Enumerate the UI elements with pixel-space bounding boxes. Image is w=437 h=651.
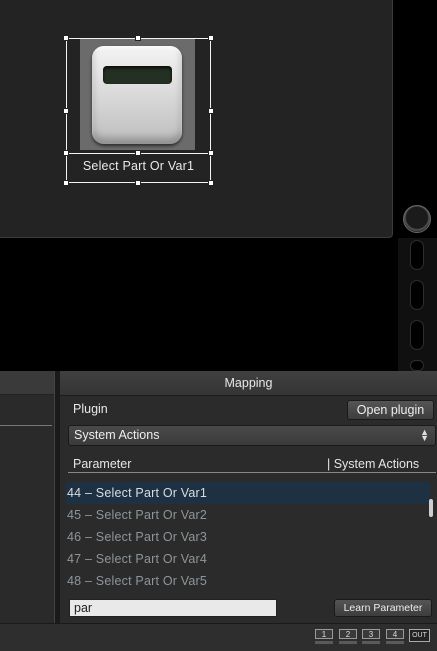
channel-3-meter: [362, 641, 380, 644]
channel-1-button[interactable]: 1: [315, 629, 333, 639]
open-plugin-button[interactable]: Open plugin: [347, 400, 434, 420]
status-bar: 1 2 3 4 OUT: [0, 623, 437, 651]
parameter-column-header: Parameter: [73, 457, 132, 471]
channel-2-meter: [339, 641, 357, 644]
left-panel-header: [0, 371, 54, 395]
left-panel: [0, 371, 55, 623]
rack-slot-icon: [410, 360, 424, 371]
plugin-label: Plugin: [73, 402, 108, 416]
select-arrows-icon: ▲ ▼: [420, 427, 429, 443]
left-panel-divider: [0, 425, 52, 426]
system-actions-column-header: | System Actions: [327, 457, 420, 471]
resize-handle-bottom-left[interactable]: [63, 150, 69, 156]
resize-handle-top-left[interactable]: [63, 35, 69, 41]
parameter-search-input[interactable]: par: [69, 599, 277, 617]
plugin-select-value: System Actions: [74, 428, 160, 442]
rack-slot-icon: [410, 240, 424, 270]
channel-4-button[interactable]: 4: [386, 629, 404, 639]
list-item[interactable]: 48 – Select Part Or Var5: [66, 570, 430, 592]
channel-3-button[interactable]: 3: [362, 629, 380, 639]
learn-parameter-button[interactable]: Learn Parameter: [334, 599, 432, 617]
mapping-title: Mapping: [60, 371, 437, 396]
rack-slot-icon: [410, 320, 424, 350]
resize-handle-right[interactable]: [208, 108, 214, 114]
label-handle-bottom-right[interactable]: [208, 180, 214, 186]
list-item[interactable]: 45 – Select Part Or Var2: [66, 504, 430, 526]
list-item[interactable]: 46 – Select Part Or Var3: [66, 526, 430, 548]
mapping-panel: Mapping Plugin Open plugin System Action…: [60, 371, 437, 623]
channel-2-button[interactable]: 2: [339, 629, 357, 639]
resize-handle-bottom-right[interactable]: [208, 150, 214, 156]
label-handle-bottom-left[interactable]: [63, 180, 69, 186]
list-item[interactable]: 44 – Select Part Or Var1: [66, 482, 430, 504]
channel-4-meter: [386, 641, 404, 644]
channel-1-meter: [315, 641, 333, 644]
resize-handle-top[interactable]: [135, 35, 141, 41]
parameter-list[interactable]: 44 – Select Part Or Var1 45 – Select Par…: [66, 482, 430, 592]
widget-label: Select Part Or Var1: [82, 159, 195, 173]
resize-handle-top-right[interactable]: [208, 35, 214, 41]
column-divider: [68, 472, 436, 473]
widget-selection-box[interactable]: [66, 38, 211, 154]
parameter-list-scrollbar[interactable]: [429, 499, 433, 517]
resize-handle-left[interactable]: [63, 108, 69, 114]
list-item[interactable]: 47 – Select Part Or Var4: [66, 548, 430, 570]
canvas-knob-icon[interactable]: [403, 205, 431, 233]
out-button[interactable]: OUT: [409, 629, 430, 642]
plugin-select[interactable]: System Actions ▲ ▼: [68, 425, 436, 446]
label-handle-bottom[interactable]: [135, 180, 141, 186]
resize-handle-bottom[interactable]: [135, 150, 141, 156]
rack-slot-icon: [410, 280, 424, 310]
